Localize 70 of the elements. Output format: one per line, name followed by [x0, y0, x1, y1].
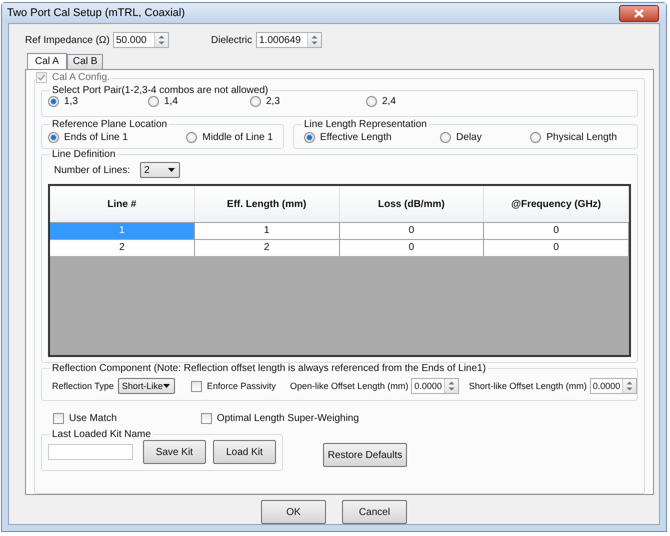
radio-button[interactable] [186, 132, 198, 143]
checkbox-label[interactable]: Use Match [69, 412, 117, 424]
radio-button[interactable] [250, 96, 261, 107]
spin-arrows-icon [311, 34, 318, 46]
caret-icon [162, 384, 170, 388]
checkbox-label[interactable]: Optimal Length Super-Weighing [216, 412, 359, 424]
group-title: Select Port Pair(1-2,3-4 combos are not allowed) [51, 85, 270, 96]
dropdown[interactable]: Short-Like [118, 378, 175, 394]
spin-arrows-icon [448, 380, 455, 392]
field-label: Ref Impedance (Ω) [25, 34, 111, 46]
radio-label[interactable]: 1,3 [64, 96, 78, 107]
spin-field[interactable]: 0.0000 [590, 378, 638, 394]
checkbox[interactable] [190, 380, 202, 392]
radio-label[interactable]: Middle of Line 1 [202, 132, 273, 143]
checkbox[interactable] [53, 412, 64, 424]
field-label: Dielectric [211, 34, 252, 46]
input-field[interactable] [48, 444, 133, 460]
radio-label[interactable]: Ends of Line 1 [64, 132, 128, 143]
field-label: Number of Lines: [54, 164, 130, 176]
radio-label[interactable]: Delay [456, 132, 482, 143]
group-title: Reference Plane Location [51, 119, 168, 130]
group-title: Line Definition [51, 149, 116, 160]
table-cell[interactable]: 0 [484, 222, 629, 239]
radio-label[interactable]: 1,4 [164, 96, 178, 107]
window-title: Two Port Cal Setup (mTRL, Coaxial) [7, 7, 185, 19]
spin-button[interactable] [154, 33, 168, 47]
table-cell[interactable]: 0 [340, 222, 484, 239]
radio-button[interactable] [48, 132, 59, 143]
table-cell[interactable]: 0 [484, 239, 629, 256]
checkbox-label[interactable]: Enforce Passivity [206, 381, 276, 391]
caret-icon [168, 168, 176, 172]
spin-arrows-icon [626, 380, 634, 392]
table-cell[interactable]: 1 [194, 222, 340, 239]
radio-button[interactable] [148, 96, 159, 107]
field-label: Short-like Offset Length (mm) [468, 381, 587, 391]
radio-label[interactable]: Physical Length [546, 132, 617, 143]
spin-button[interactable] [307, 33, 322, 47]
group-title: Line Length Representation [303, 119, 428, 130]
radio-button[interactable] [366, 96, 377, 107]
button[interactable]: Save Kit [142, 440, 206, 464]
spin-button[interactable] [622, 379, 636, 393]
radio-label[interactable]: Effective Length [320, 132, 392, 143]
group-title: Reflection Component (Note: Reflection offset length is always referenced from the Ends of Line1) [51, 363, 487, 374]
dropdown[interactable]: 2 [140, 162, 180, 178]
table-cell[interactable]: 2 [194, 239, 340, 256]
group-title: Last Loaded Kit Name [51, 429, 152, 440]
radio-label[interactable]: 2,4 [382, 96, 396, 107]
spin-arrows-icon [158, 34, 165, 46]
button[interactable]: Cancel [342, 500, 407, 524]
close-icon [634, 8, 644, 18]
spin-field[interactable]: 1.000649 [256, 32, 322, 48]
spin-field[interactable]: 50.000 [113, 32, 169, 48]
radio-button[interactable] [530, 132, 542, 143]
button[interactable]: Restore Defaults [323, 443, 407, 467]
close-button[interactable] [619, 4, 659, 22]
button[interactable]: Load Kit [212, 440, 276, 464]
spin-field[interactable]: 0.0000 [411, 378, 459, 394]
spin-button[interactable] [444, 379, 458, 393]
table-cell[interactable]: 0 [340, 239, 484, 256]
button[interactable]: OK [261, 500, 326, 524]
checkbox[interactable] [200, 412, 212, 424]
tab[interactable]: Cal A [27, 53, 67, 69]
table-cell[interactable]: 2 [50, 239, 195, 256]
field-label: Open-like Offset Length (mm) [290, 381, 408, 391]
radio-button[interactable] [48, 96, 59, 107]
field-label: Reflection Type [52, 381, 114, 391]
radio-button[interactable] [440, 132, 452, 143]
radio-label[interactable]: 2,3 [266, 96, 280, 107]
tab[interactable]: Cal B [66, 54, 104, 69]
radio-button[interactable] [304, 132, 315, 143]
